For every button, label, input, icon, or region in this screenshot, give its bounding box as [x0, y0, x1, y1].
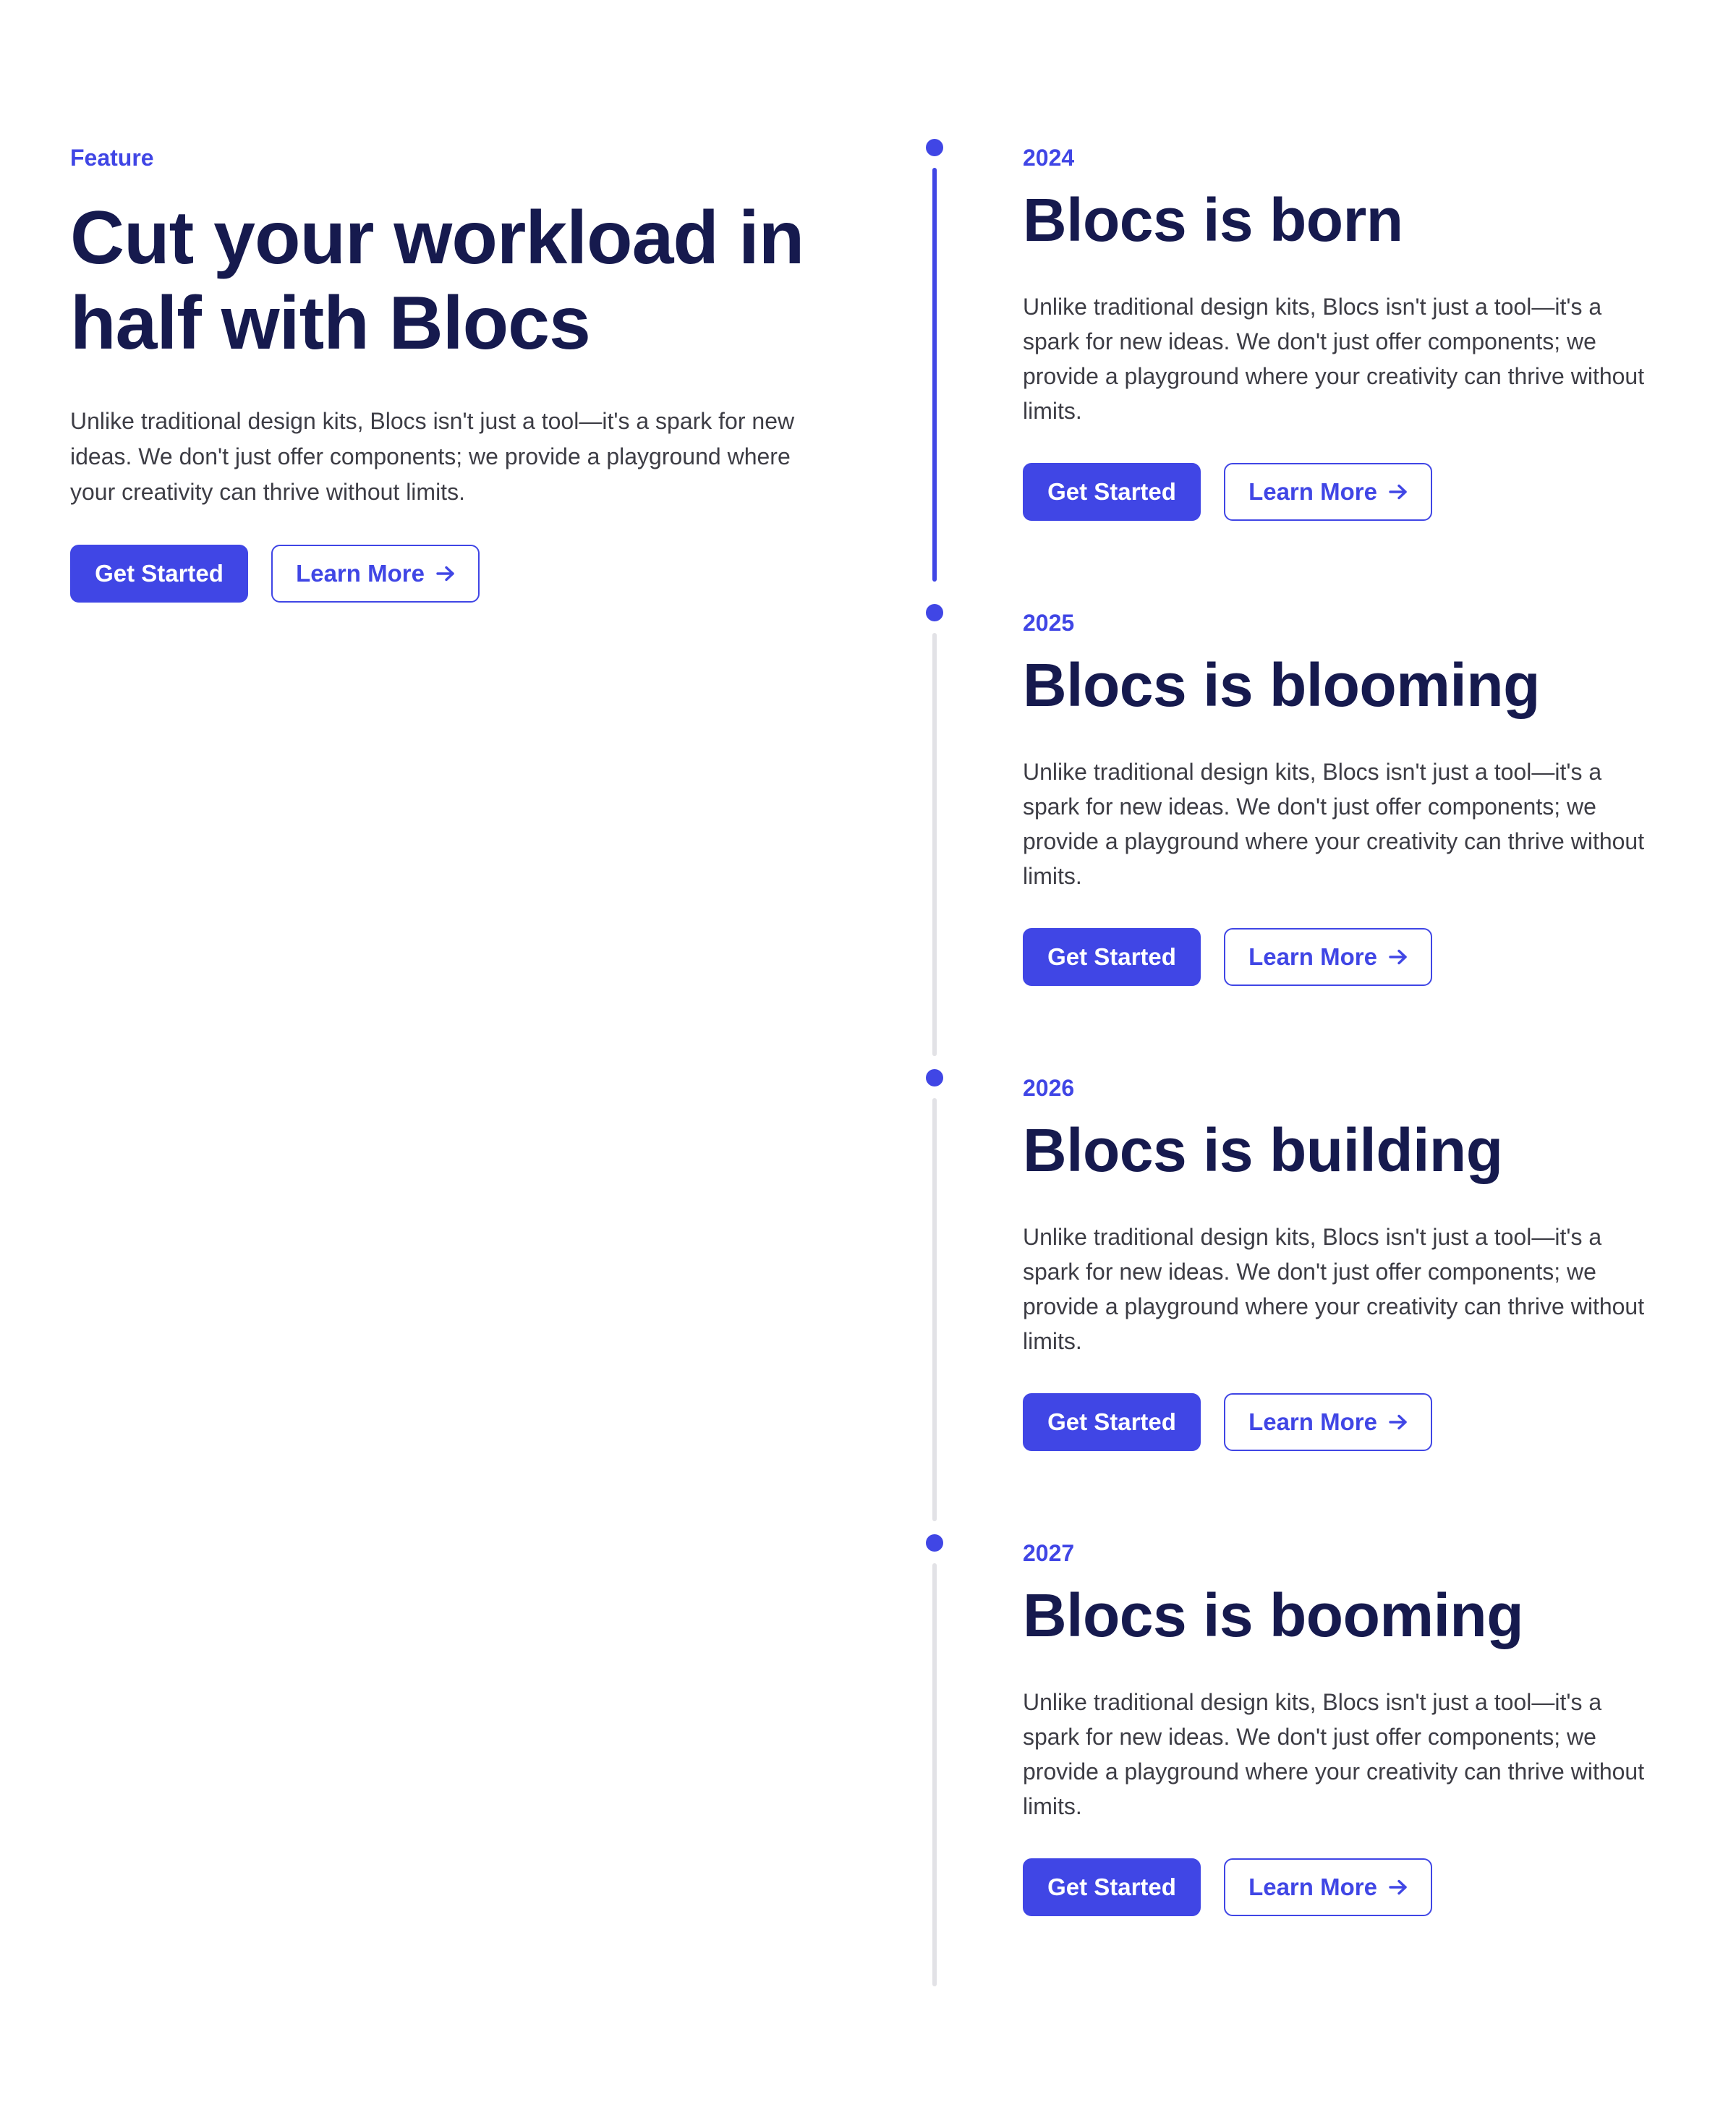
arrow-right-icon [1389, 949, 1407, 965]
entry-button-row: Get Started Learn More [1023, 928, 1659, 986]
entry-year: 2026 [1023, 1075, 1075, 1101]
timeline-entry-2025: 2025 Blocs is blooming Unlike traditiona… [1023, 607, 1659, 986]
get-started-button[interactable]: Get Started [1023, 928, 1201, 986]
entry-description: Unlike traditional design kits, Blocs is… [1023, 294, 1645, 424]
get-started-label: Get Started [1047, 478, 1176, 505]
page: Feature Cut your workload in half with B… [0, 0, 1736, 2118]
entry-button-row: Get Started Learn More [1023, 1393, 1659, 1451]
timeline-entry-2024: 2024 Blocs is born Unlike traditional de… [1023, 142, 1659, 521]
timeline-dot-2026 [926, 1069, 943, 1086]
get-started-button[interactable]: Get Started [1023, 1393, 1201, 1451]
learn-more-label: Learn More [1248, 1874, 1377, 1900]
intro-title: Cut your workload in half with Blocs [70, 196, 804, 365]
learn-more-button[interactable]: Learn More [271, 545, 480, 603]
entry-year: 2025 [1023, 610, 1075, 636]
timeline-segment-active [932, 168, 937, 582]
timeline-dot-2025 [926, 604, 943, 621]
learn-more-label: Learn More [296, 560, 425, 587]
timeline-entry-2027: 2027 Blocs is booming Unlike traditional… [1023, 1537, 1659, 1916]
arrow-right-icon [1389, 484, 1407, 500]
intro-description: Unlike traditional design kits, Blocs is… [70, 408, 795, 505]
intro-section: Feature Cut your workload in half with B… [70, 142, 851, 603]
get-started-button[interactable]: Get Started [70, 545, 248, 603]
entry-description: Unlike traditional design kits, Blocs is… [1023, 759, 1645, 889]
timeline-entry-2026: 2026 Blocs is building Unlike traditiona… [1023, 1072, 1659, 1451]
entry-description: Unlike traditional design kits, Blocs is… [1023, 1689, 1645, 1819]
timeline-segment [932, 1563, 937, 1986]
entry-title: Blocs is booming [1023, 1581, 1524, 1649]
entry-title: Blocs is blooming [1023, 651, 1540, 719]
get-started-button[interactable]: Get Started [1023, 463, 1201, 521]
learn-more-button[interactable]: Learn More [1224, 928, 1432, 986]
arrow-right-icon [1389, 1879, 1407, 1895]
timeline-dot-2027 [926, 1534, 943, 1552]
learn-more-button[interactable]: Learn More [1224, 1393, 1432, 1451]
learn-more-button[interactable]: Learn More [1224, 1858, 1432, 1916]
timeline-segment [932, 1098, 937, 1521]
learn-more-button[interactable]: Learn More [1224, 463, 1432, 521]
learn-more-label: Learn More [1248, 478, 1377, 505]
intro-button-row: Get Started Learn More [70, 545, 851, 603]
intro-eyebrow: Feature [70, 145, 154, 171]
entry-title: Blocs is born [1023, 186, 1403, 254]
get-started-label: Get Started [95, 560, 224, 587]
get-started-label: Get Started [1047, 1408, 1176, 1435]
get-started-button[interactable]: Get Started [1023, 1858, 1201, 1916]
arrow-right-icon [436, 566, 454, 582]
arrow-right-icon [1389, 1414, 1407, 1430]
timeline-dot-2024 [926, 139, 943, 156]
timeline-segment [932, 633, 937, 1056]
get-started-label: Get Started [1047, 1874, 1176, 1900]
entry-year: 2027 [1023, 1540, 1075, 1566]
entry-button-row: Get Started Learn More [1023, 1858, 1659, 1916]
entry-title: Blocs is building [1023, 1116, 1503, 1184]
entry-button-row: Get Started Learn More [1023, 463, 1659, 521]
entry-year: 2024 [1023, 145, 1075, 171]
learn-more-label: Learn More [1248, 943, 1377, 970]
entry-description: Unlike traditional design kits, Blocs is… [1023, 1224, 1645, 1354]
get-started-label: Get Started [1047, 943, 1176, 970]
learn-more-label: Learn More [1248, 1408, 1377, 1435]
